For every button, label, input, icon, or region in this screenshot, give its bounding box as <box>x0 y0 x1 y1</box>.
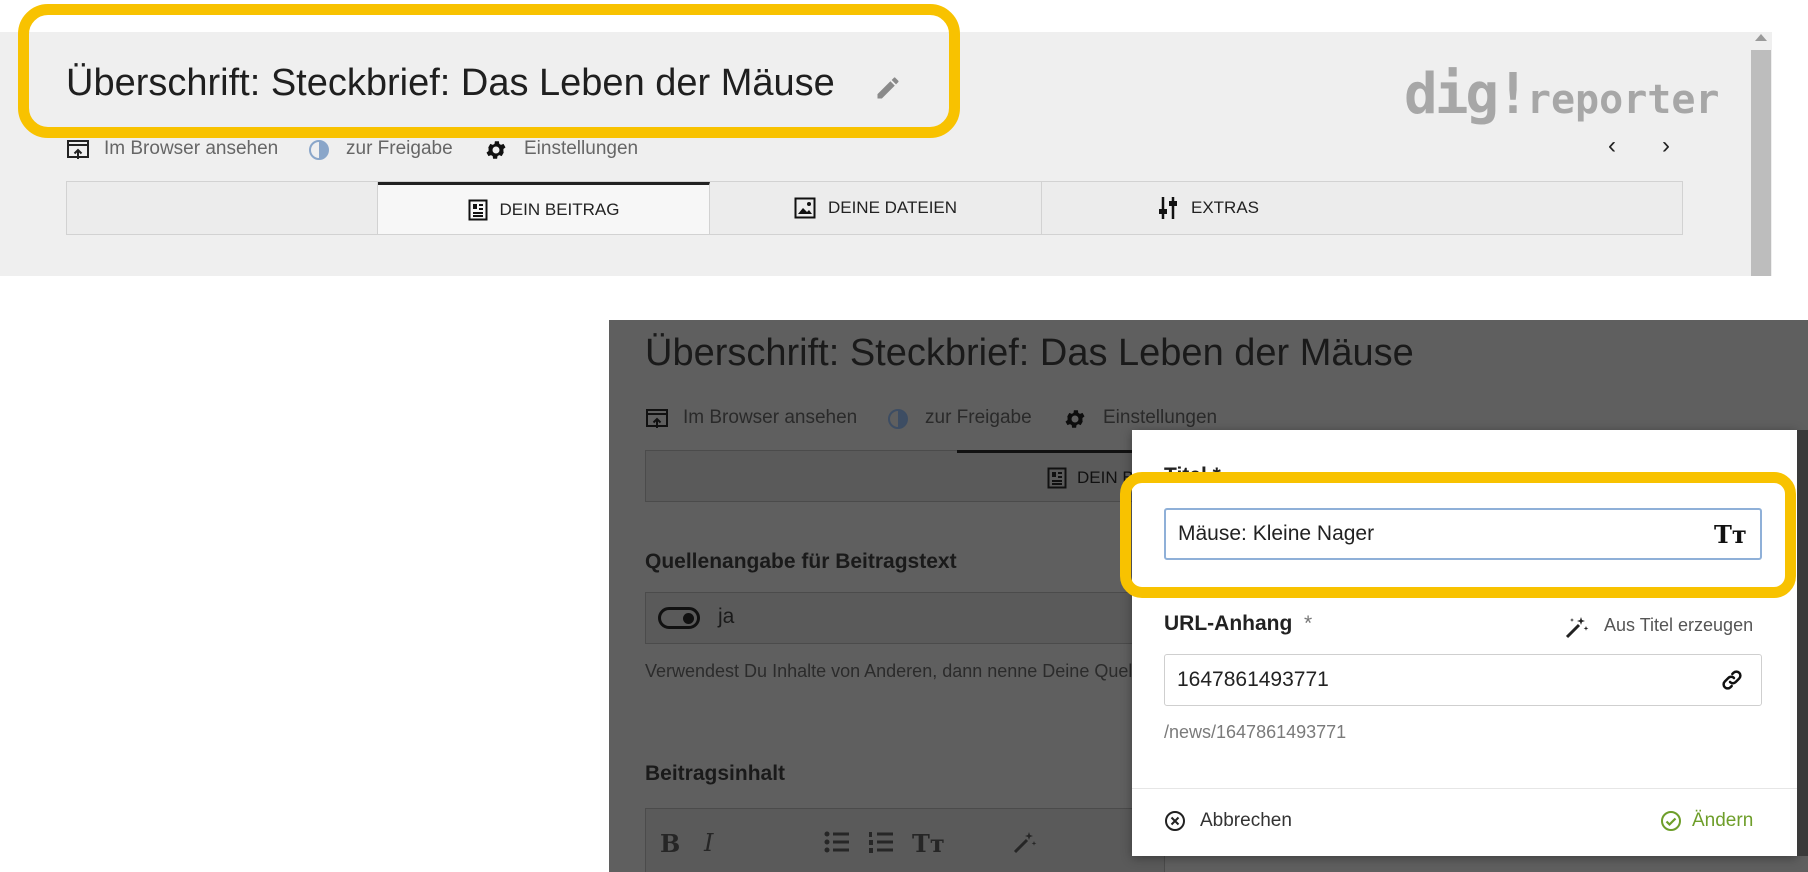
gear-icon <box>1065 410 1085 428</box>
scrollbar-thumb[interactable] <box>1751 50 1771 276</box>
logo-suffix: reporter <box>1526 77 1720 123</box>
source-toggle-switch[interactable] <box>658 607 700 629</box>
url-slug-input[interactable] <box>1164 654 1762 706</box>
sliders-icon <box>1158 197 1177 219</box>
tab-dein-beitrag[interactable]: DEIN BEITRAG <box>378 182 710 234</box>
title-highlight-frame <box>18 4 960 138</box>
digireporter-logo: dig!reporter <box>1404 62 1720 127</box>
tab-deine-dateien[interactable]: DEINE DATEIEN <box>710 182 1042 234</box>
generate-from-title-button[interactable]: Aus Titel erzeugen <box>1604 615 1753 636</box>
dimmed-view-in-browser-label: Im Browser ansehen <box>683 407 858 428</box>
tab-extras[interactable]: EXTRAS <box>1042 182 1374 234</box>
next-chevron-icon[interactable]: › <box>1662 132 1670 160</box>
dimmed-page-title: Überschrift: Steckbrief: Das Leben der M… <box>645 332 1414 374</box>
article-icon <box>468 199 488 220</box>
url-field-label: URL-Anhang <box>1164 612 1293 635</box>
top-scrollbar[interactable] <box>1750 32 1772 276</box>
magic-wand-icon[interactable] <box>1564 614 1590 640</box>
title-input-highlight-frame <box>1120 472 1796 598</box>
half-circle-icon <box>309 140 329 160</box>
magic-wand-icon[interactable] <box>1012 829 1038 855</box>
view-in-browser-label: Im Browser ansehen <box>104 138 279 159</box>
tab-deine-dateien-label: DEINE DATEIEN <box>827 198 958 217</box>
scroll-up-arrow-icon[interactable] <box>1755 34 1767 41</box>
italic-icon[interactable]: I <box>704 829 713 857</box>
gear-icon <box>486 141 506 159</box>
url-path-preview: /news/1647861493771 <box>1164 722 1347 742</box>
browser-open-icon <box>67 140 89 159</box>
editor-toolbar: B I Tт <box>645 808 1165 872</box>
image-icon <box>794 197 816 219</box>
content-label: Beitragsinhalt <box>645 762 786 785</box>
change-label: Ändern <box>1692 810 1754 831</box>
numbered-list-icon[interactable] <box>868 831 894 853</box>
cancel-button[interactable]: Abbrechen <box>1164 810 1292 832</box>
dimmed-settings-label: Einstellungen <box>1103 407 1218 428</box>
text-size-icon[interactable]: Tт <box>912 829 945 858</box>
tab-dein-beitrag-label: DEIN BEITRAG <box>499 199 620 219</box>
source-toggle-field: ja <box>645 592 1165 644</box>
browser-open-icon <box>646 409 668 428</box>
top-tab-bar: DEIN BEITRAG DEINE DATEIEN EXTRAS <box>66 181 1683 235</box>
confirm-change-button[interactable]: Ändern <box>1660 810 1753 832</box>
source-help-text: Verwendest Du Inhalte von Anderen, dann … <box>645 661 1162 681</box>
article-icon <box>1047 467 1067 488</box>
link-icon[interactable] <box>1720 668 1744 692</box>
release-label: zur Freigabe <box>346 138 453 159</box>
cancel-label: Abbrechen <box>1200 810 1292 831</box>
dimmed-release-label: zur Freigabe <box>925 407 1032 428</box>
logo-prefix: dig! <box>1404 62 1530 127</box>
prev-chevron-icon[interactable]: ‹ <box>1608 132 1616 160</box>
check-circle-icon <box>1661 811 1681 831</box>
tab-extras-label: EXTRAS <box>1190 198 1260 217</box>
tab-empty <box>67 182 378 234</box>
settings-label: Einstellungen <box>524 138 639 159</box>
source-toggle-label: ja <box>718 605 735 628</box>
bullet-list-icon[interactable] <box>824 831 850 853</box>
close-circle-icon <box>1165 811 1185 831</box>
url-required-marker: * <box>1304 612 1313 635</box>
background-image-peek <box>1797 430 1808 856</box>
source-label: Quellenangabe für Beitragstext <box>645 550 957 573</box>
half-circle-icon <box>888 409 908 429</box>
bold-icon[interactable]: B <box>660 829 680 858</box>
